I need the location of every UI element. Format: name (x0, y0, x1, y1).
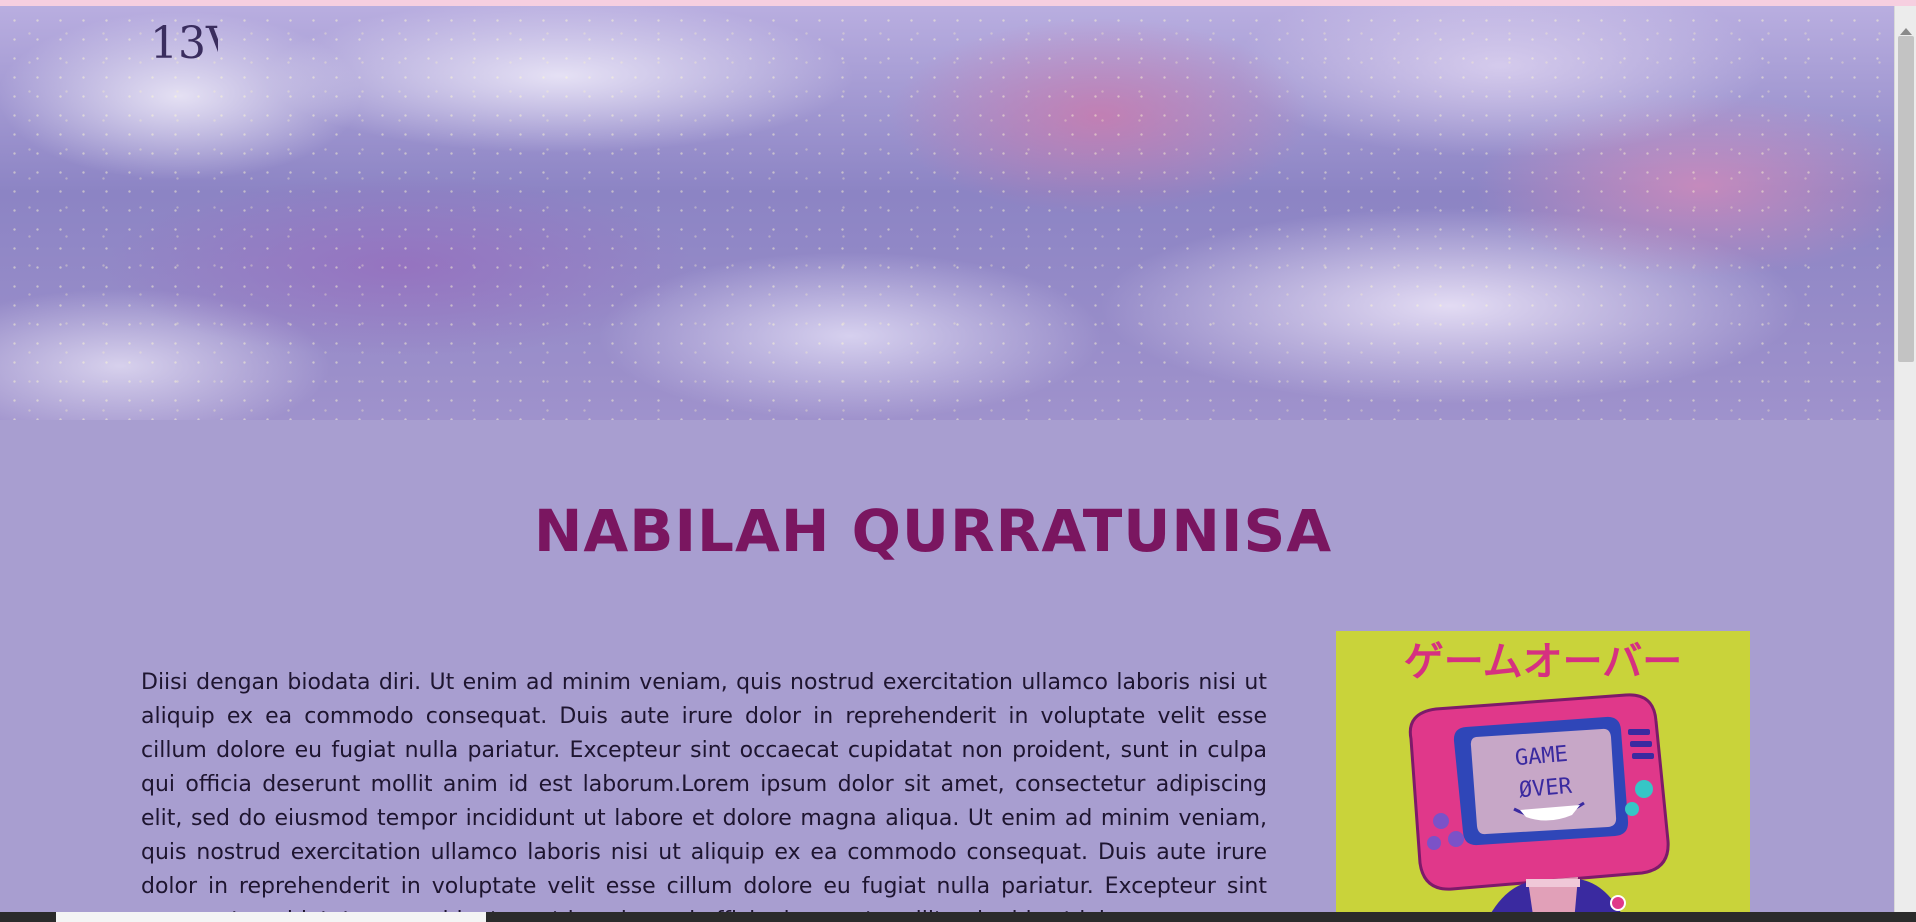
bio-text: Diisi dengan biodata diri. Ut enim ad mi… (141, 670, 1267, 922)
speaker-slot-3 (1632, 753, 1654, 759)
dpad-left (1433, 813, 1449, 829)
dpad-center (1427, 836, 1441, 850)
site-logo[interactable]: 13V (148, 18, 239, 90)
monogram-logo-icon: 13V (150, 18, 239, 69)
badge-pin (1610, 895, 1626, 911)
character-collar (1526, 879, 1580, 887)
star-field (0, 6, 1894, 420)
speaker-slot-1 (1628, 729, 1650, 735)
speaker-slot-2 (1630, 741, 1652, 747)
b-button (1625, 802, 1639, 816)
screen-text-bottom: ØVER (1518, 774, 1574, 804)
screen-text-top: GAME (1514, 742, 1569, 772)
taskbar-active-window[interactable] (56, 912, 486, 922)
scrollbar-thumb[interactable] (1898, 36, 1914, 362)
logo-text: 13V (150, 18, 218, 69)
dpad-down (1448, 831, 1464, 847)
hero-banner: 13V (0, 6, 1894, 420)
taskbar (0, 912, 1916, 922)
a-button (1635, 780, 1653, 798)
artwork-heading: ゲームオーバー (1404, 639, 1682, 685)
page-title: NABILAH QURRATUNISA (533, 497, 1333, 565)
game-over-artwork: ゲームオーバー GAME ØVER (1336, 631, 1750, 922)
scroll-up-arrow-icon[interactable] (1900, 28, 1912, 35)
vertical-scrollbar[interactable] (1894, 6, 1916, 916)
